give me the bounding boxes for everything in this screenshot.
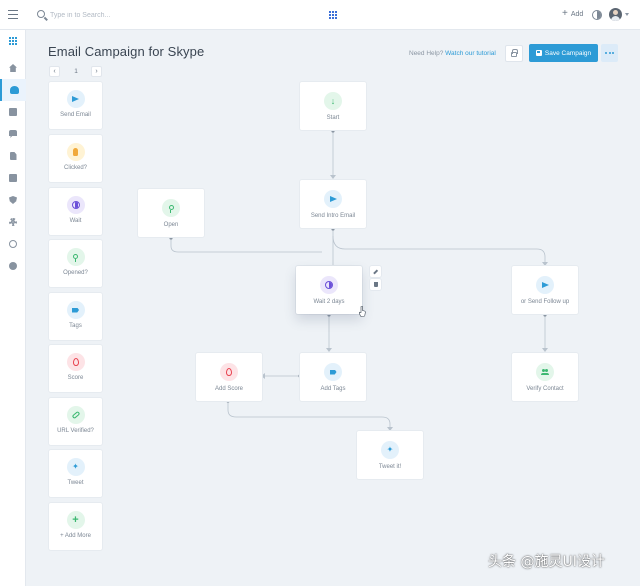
send-icon [329,196,337,202]
tag-icon [329,369,337,375]
arrowhead [330,175,336,179]
node-wait-2-days[interactable]: Wait 2 days [296,266,362,314]
connector-open-wait [170,238,322,253]
node-start[interactable]: ↓ Start [300,82,366,130]
flame-icon [226,368,232,376]
node-add-tags[interactable]: Add Tags [300,353,366,401]
arrowhead [542,348,548,352]
node-send-follow-up[interactable]: or Send Follow up [512,266,578,314]
node-label: or Send Follow up [520,299,570,305]
node-tweet-it[interactable]: ✦ Tweet it! [357,431,423,479]
node-label: Open [163,222,179,228]
connector-send-followup [332,235,546,265]
node-label: Send Intro Email [310,213,356,219]
watermark: 头条 @施灵UI设计 [488,554,605,570]
arrow-down-icon: ↓ [330,95,336,106]
delete-node-button[interactable] [370,279,381,290]
send-icon [541,282,549,288]
twitter-icon: ✦ [386,445,394,454]
location-pin-icon [168,204,174,213]
pencil-icon [373,269,378,274]
connector-score-tweet [227,401,391,430]
node-label: Verify Contact [526,386,564,392]
edit-node-button[interactable] [370,266,381,277]
node-verify-contact[interactable]: Verify Contact [512,353,578,401]
node-label: Add Tags [320,386,346,392]
node-send-intro-email[interactable]: Send Intro Email [300,180,366,228]
node-open[interactable]: Open [138,189,204,237]
node-label: Tweet it! [378,464,402,470]
trash-icon [373,282,378,287]
arrowhead [326,348,332,352]
clock-icon [325,281,333,289]
node-label: Add Score [214,386,244,392]
people-icon [541,369,549,375]
node-label: Wait 2 days [313,299,345,305]
node-label: Start [326,115,340,121]
node-add-score[interactable]: Add Score [196,353,262,401]
hand-cursor-icon [359,306,366,317]
